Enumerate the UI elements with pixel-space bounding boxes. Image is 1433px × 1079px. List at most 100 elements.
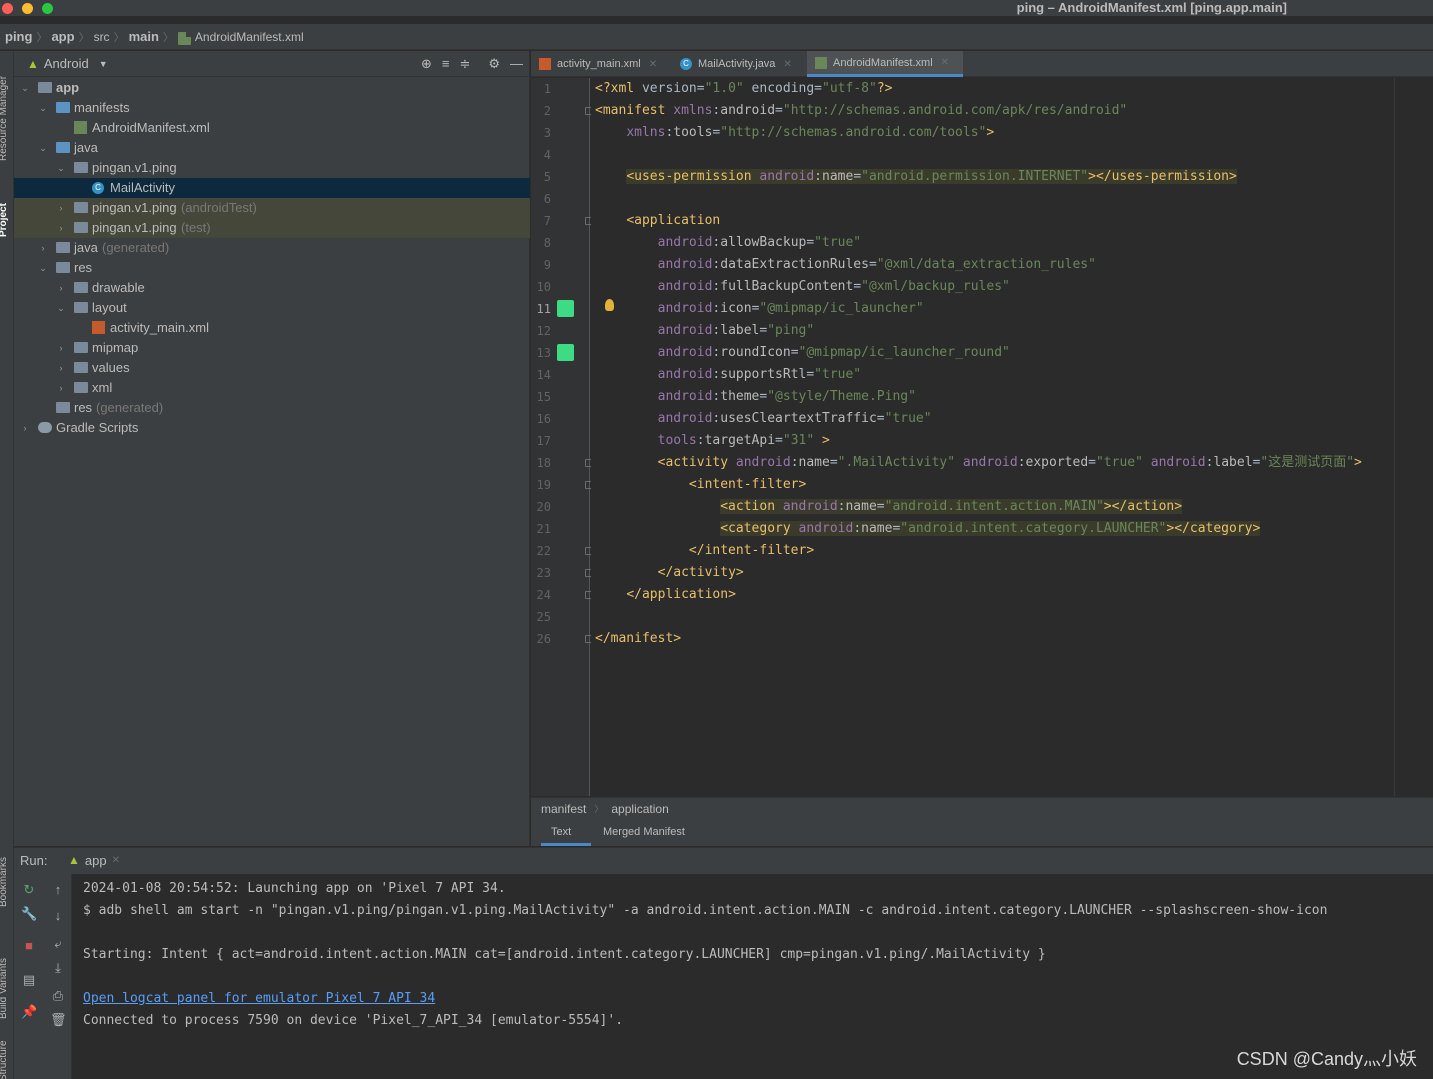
bookmarks-tab[interactable]: Bookmarks [0,857,9,907]
resource-manager-tab[interactable]: Resource Manager [0,76,9,161]
line-number[interactable]: 19 [531,474,551,496]
line-number[interactable]: 1 [531,78,551,100]
tree-item[interactable]: activity_main.xml [14,318,530,338]
chevron-down-icon[interactable]: ⌄ [38,138,48,158]
line-number[interactable]: 13 [531,342,551,364]
android-resource-icon[interactable] [557,300,574,317]
stop-icon[interactable]: ■ [21,938,37,953]
collapse-all-icon[interactable]: ≑ [459,56,470,72]
expand-all-icon[interactable]: ≡ [442,56,450,72]
nav-crumb-project[interactable]: ping [5,29,32,44]
tree-item[interactable]: › pingan.v1.ping (test) [14,218,530,238]
line-number[interactable]: 3 [531,122,551,144]
nav-crumb-file[interactable]: AndroidManifest.xml [195,30,304,44]
tab-merged-manifest[interactable]: Merged Manifest [593,819,695,846]
tree-item[interactable]: ⌄ layout [14,298,530,318]
chevron-down-icon[interactable]: ⌄ [56,298,66,318]
android-resource-icon[interactable] [557,344,574,361]
line-number[interactable]: 25 [531,606,551,628]
tree-item[interactable]: ⌄ manifests [14,98,530,118]
breadcrumb-application[interactable]: application [611,802,668,816]
line-number[interactable]: 24 [531,584,551,606]
line-number[interactable]: 20 [531,496,551,518]
locate-icon[interactable]: ⊕ [421,56,432,72]
rerun-icon[interactable]: ↻ [21,882,37,898]
trash-icon[interactable]: 🗑 [50,1012,67,1028]
nav-crumb-main[interactable]: main [129,29,159,44]
chevron-down-icon[interactable]: ⌄ [56,158,66,178]
project-tab[interactable]: Project [0,203,9,237]
close-icon[interactable]: ✕ [649,59,657,70]
tab-androidmanifest-xml[interactable]: AndroidManifest.xml ✕ [807,51,963,77]
minimize-window-button[interactable] [22,3,33,14]
arrow-up-icon[interactable]: ↑ [50,882,66,897]
line-number[interactable]: 4 [531,144,551,166]
tree-item[interactable]: C MailActivity [14,178,530,198]
breadcrumb-manifest[interactable]: manifest [541,802,586,816]
chevron-right-icon[interactable]: › [56,358,66,378]
chevron-right-icon[interactable]: › [56,218,66,238]
project-view-selector[interactable]: Android [44,56,89,71]
line-number[interactable]: 18 [531,452,551,474]
tree-item[interactable]: res (generated) [14,398,530,418]
gear-icon[interactable]: ⚙ [488,56,500,72]
chevron-right-icon[interactable]: › [56,198,66,218]
tree-item[interactable]: › mipmap [14,338,530,358]
lightbulb-icon[interactable] [605,299,614,311]
line-number[interactable]: 12 [531,320,551,342]
close-icon[interactable]: ✕ [783,59,791,70]
chevron-down-icon[interactable]: ⌄ [38,258,48,278]
line-number[interactable]: 7 [531,210,551,232]
console-output[interactable]: 2024-01-08 20:54:52: Launching app on 'P… [83,878,1327,1032]
tree-item[interactable]: AndroidManifest.xml [14,118,530,138]
close-window-button[interactable] [2,3,13,14]
tree-item[interactable]: › pingan.v1.ping (androidTest) [14,198,530,218]
tab-text[interactable]: Text [541,819,591,846]
chevron-right-icon[interactable]: › [38,238,48,258]
close-icon[interactable]: ✕ [112,855,120,874]
scroll-to-end-icon[interactable]: ⤓ [50,960,66,976]
line-number[interactable]: 9 [531,254,551,276]
line-number[interactable]: 21 [531,518,551,540]
line-number[interactable]: 10 [531,276,551,298]
structure-tab[interactable]: Structure [0,1040,9,1079]
chevron-down-icon[interactable]: ▼ [99,59,108,69]
line-number[interactable]: 11 [531,298,551,320]
tab-activity-main-xml[interactable]: activity_main.xml ✕ [531,51,671,77]
line-number[interactable]: 22 [531,540,551,562]
print-icon[interactable]: ⎙ [50,988,66,1004]
line-number[interactable]: 2 [531,100,551,122]
tree-item[interactable]: ⌄ app [14,78,530,98]
build-variants-tab[interactable]: Build Variants [0,958,9,1019]
chevron-down-icon[interactable]: ⌄ [38,98,48,118]
tree-item[interactable]: ⌄ java [14,138,530,158]
tab-mailactivity-java[interactable]: C MailActivity.java ✕ [672,51,806,77]
line-number[interactable]: 15 [531,386,551,408]
nav-crumb-module[interactable]: app [51,29,74,44]
line-number[interactable]: 8 [531,232,551,254]
line-number[interactable]: 14 [531,364,551,386]
chevron-right-icon[interactable]: › [56,378,66,398]
tree-item[interactable]: ⌄ res [14,258,530,278]
line-number[interactable]: 5 [531,166,551,188]
line-number[interactable]: 26 [531,628,551,650]
logcat-link[interactable]: Open logcat panel for emulator Pixel 7 A… [83,988,1327,1010]
line-number[interactable]: 17 [531,430,551,452]
tree-item[interactable]: › xml [14,378,530,398]
tree-item[interactable]: › java (generated) [14,238,530,258]
tree-item[interactable]: ⌄ pingan.v1.ping [14,158,530,178]
chevron-right-icon[interactable]: › [56,338,66,358]
tree-item[interactable]: › Gradle Scripts [14,418,530,438]
line-number[interactable]: 16 [531,408,551,430]
chevron-down-icon[interactable]: ⌄ [20,78,30,98]
tree-item[interactable]: › values [14,358,530,378]
arrow-down-icon[interactable]: ↓ [50,908,66,923]
wrench-icon[interactable]: 🔧 [21,906,37,922]
chevron-right-icon[interactable]: › [56,278,66,298]
soft-wrap-icon[interactable]: ⤶ [50,936,66,952]
hide-panel-icon[interactable]: — [510,56,523,72]
pin-icon[interactable]: 📌 [21,1004,37,1020]
close-icon[interactable]: ✕ [941,57,949,68]
line-number[interactable]: 23 [531,562,551,584]
nav-crumb-src[interactable]: src [94,30,110,44]
